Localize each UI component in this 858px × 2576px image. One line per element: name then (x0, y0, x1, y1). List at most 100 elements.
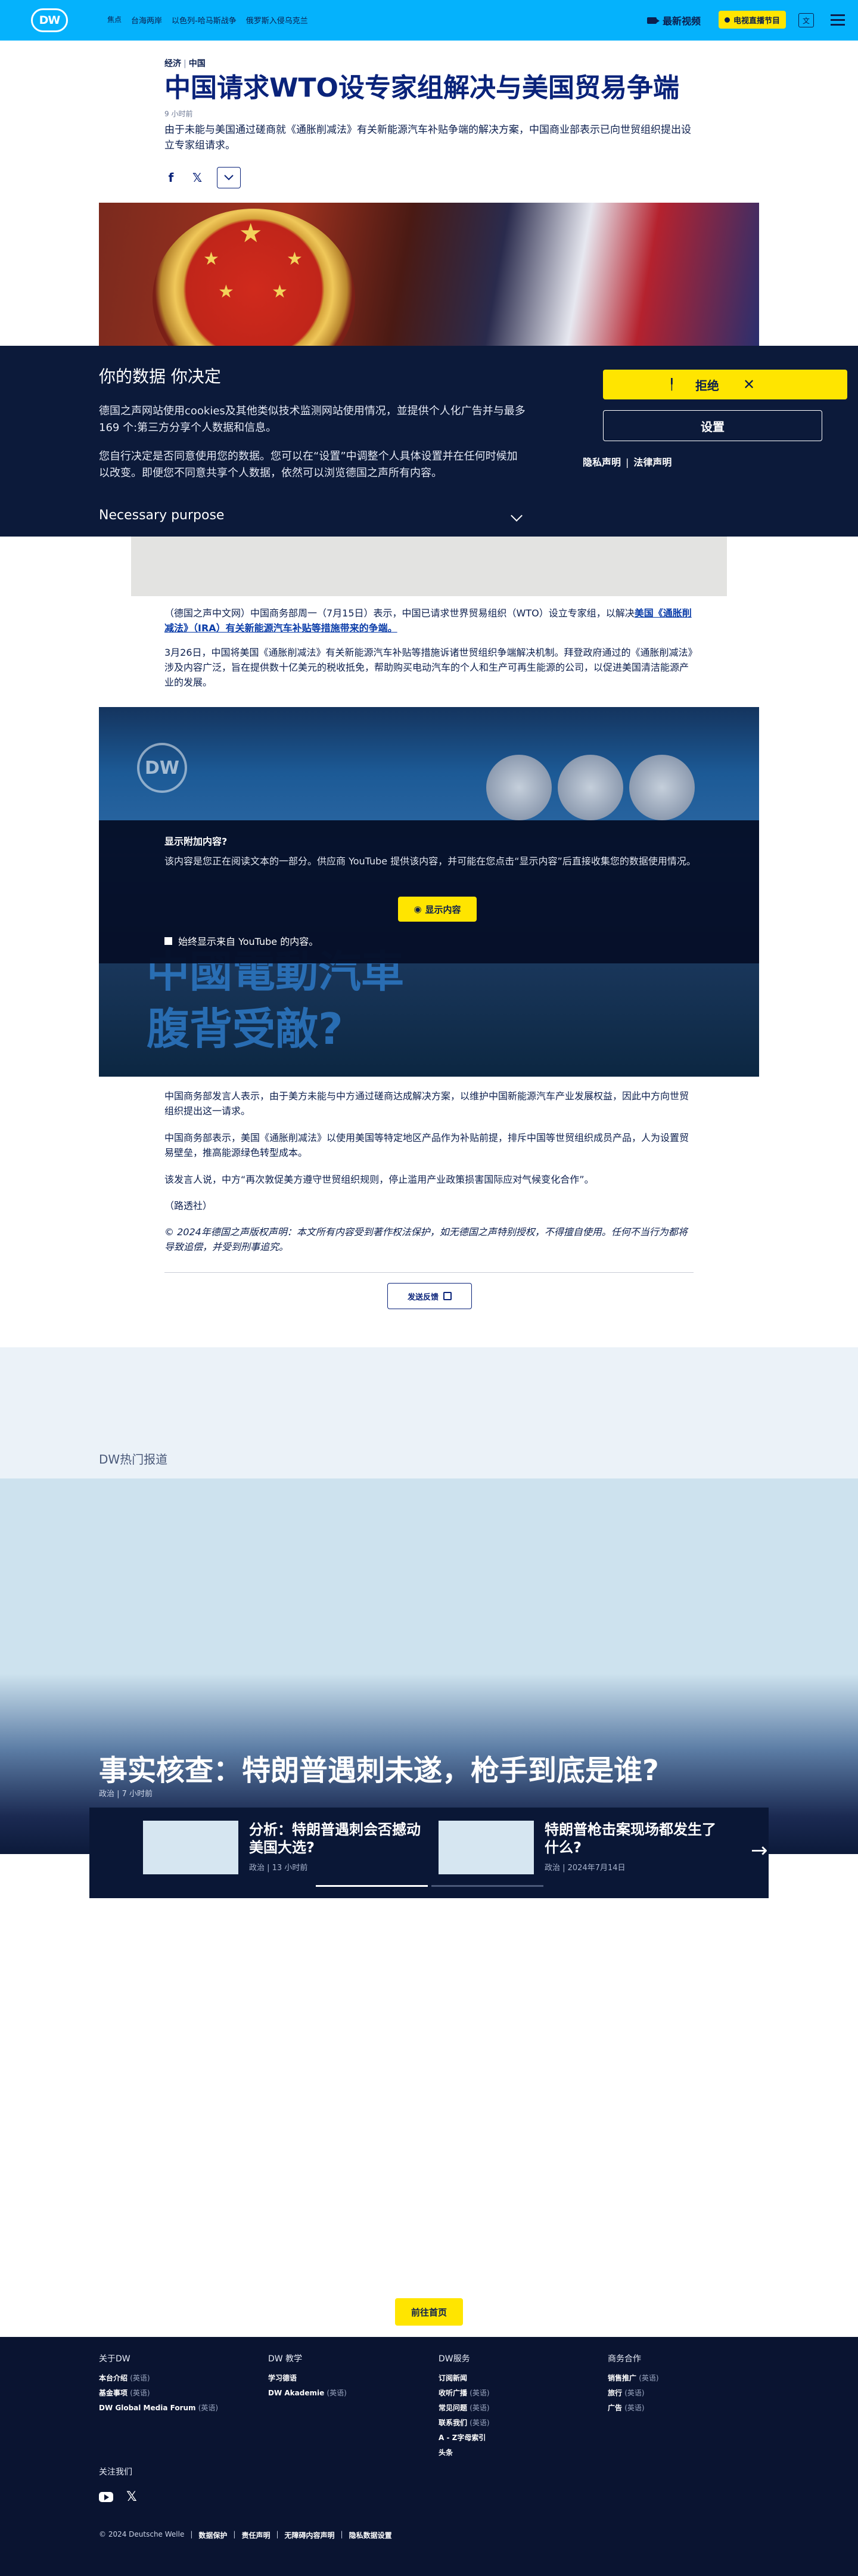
main-nav: 焦点 台海两岸 以色列-哈马斯战争 俄罗斯入侵乌克兰 (107, 14, 318, 26)
footer-link[interactable]: 本台介绍 (英语) (99, 2373, 218, 2383)
consent-text-1: 德国之声网站使用cookies及其他类似技术监测网站使用情况，並提供个人化广告并… (99, 405, 526, 434)
dw-logo[interactable]: DW (31, 8, 68, 32)
consent-text-2: 您自行决定是否同意使用您的数据。您可以在“设置”中调整个人具体设置并在任何时候加… (99, 450, 518, 479)
latest-video-label: 最新视频 (663, 16, 701, 27)
footer: 关于DW 本台介绍 (英语) 基金事项 (英语) DW Global Media… (0, 2337, 858, 2576)
card-meta: 政治 | 13 小时前 (249, 1864, 308, 1873)
footer-link[interactable]: 收听广播 (英语) (439, 2388, 490, 2398)
live-tv-button[interactable]: 电视直播节目 (719, 11, 786, 29)
footer-link[interactable]: 常见问题 (英语) (439, 2403, 490, 2413)
card-thumbnail (439, 1821, 534, 1874)
carousel-indicators (316, 1885, 543, 1887)
facebook-icon[interactable]: f (164, 171, 178, 185)
x-icon[interactable]: 𝕏 (191, 171, 204, 185)
eye-icon: ◉ (414, 904, 422, 915)
ad-placeholder (131, 537, 727, 596)
language-button[interactable]: 文 (798, 13, 814, 27)
footer-column: 关于DW 本台介绍 (英语) 基金事项 (英语) DW Global Media… (99, 2352, 218, 2417)
footer-link[interactable]: 学习德语 (268, 2373, 347, 2383)
copy-icon (443, 1292, 452, 1300)
embed-consent-overlay: 显示附加内容? 该内容是您正在阅读文本的一部分。供应商 YouTube 提供该内… (99, 820, 759, 963)
necessary-purpose-toggle[interactable]: Necessary purpose (99, 508, 224, 523)
copyright-notice: © 2024年德国之声版权声明：本文所有内容受到著作权法保护，如无德国之声特别授… (164, 1226, 688, 1253)
embed-question: 显示附加内容? (164, 836, 228, 847)
article-title: 中国请求WTO设专家组解决与美国贸易争端 (164, 73, 679, 103)
footer-link[interactable]: 旅行 (英语) (608, 2388, 659, 2398)
video-camera-icon (647, 17, 660, 24)
footer-link[interactable]: 数据保护 (198, 2530, 227, 2540)
settings-button[interactable]: 设置 (603, 410, 822, 441)
footer-column: 商务合作 销售推广 (英语) 旅行 (英语) 广告 (英语) (608, 2352, 659, 2417)
footer-copyright: © 2024 Deutsche Welle (99, 2530, 185, 2538)
youtube-embed: DW 中國電動汽車 腹背受敵? 显示附加内容? 该内容是您正在阅读文本的一部分。… (99, 707, 759, 1077)
footer-link[interactable]: DW Akademie (英语) (268, 2388, 347, 2398)
paragraph-text: （德国之声中文网）中国商务部周一（7月15日）表示，中国已请求世界贸易组织（WT… (164, 607, 635, 619)
carousel-card[interactable]: 特朗普枪击案现场都发生了什么? 政治 | 2024年7月14日 (439, 1821, 723, 1874)
embed-description: 该内容是您正在阅读文本的一部分。供应商 YouTube 提供该内容，并可能在您点… (164, 855, 696, 867)
reject-button[interactable]: ╿ 拒绝 ✕ (603, 370, 847, 399)
hero-image: ★ ★ ★ ★ ★ (99, 203, 759, 346)
reject-label: 拒绝 (695, 378, 719, 393)
footer-link[interactable]: 责任声明 (241, 2530, 270, 2540)
youtube-icon[interactable] (99, 2492, 113, 2502)
footer-link[interactable]: 联系我们 (英语) (439, 2417, 490, 2428)
home-button[interactable]: 前往首页 (395, 2298, 463, 2326)
star-icon: ★ (203, 249, 219, 269)
always-show-checkbox[interactable] (164, 937, 172, 945)
footer-column: DW 教学 学习德语 DW Akademie (英语) (268, 2352, 347, 2403)
divider (164, 1272, 694, 1273)
carousel-indicator[interactable] (431, 1885, 543, 1887)
footer-link[interactable]: DW Global Media Forum (英语) (99, 2403, 218, 2413)
footer-link[interactable]: 订阅新闻 (439, 2373, 490, 2383)
live-tv-label: 电视直播节目 (733, 16, 781, 26)
card-thumbnail (143, 1821, 238, 1874)
kicker-region[interactable]: 中国 (189, 59, 206, 69)
footer-link[interactable]: 无障碍内容声明 (285, 2530, 335, 2540)
footer-column-title: 商务合作 (608, 2354, 641, 2364)
footer-link[interactable]: 基金事项 (英语) (99, 2388, 218, 2398)
footer-column: DW服务 订阅新闻 收听广播 (英语) 常见问题 (英语) 联系我们 (英语) … (439, 2352, 490, 2462)
kicker-section[interactable]: 经济 (164, 59, 181, 69)
nav-item-focus[interactable]: 焦点 (107, 14, 122, 26)
story-carousel: 分析：特朗普遇刺会否撼动美国大选? 政治 | 13 小时前 特朗普枪击案现场都发… (89, 1808, 769, 1898)
follow-us-label: 关注我们 (99, 2467, 132, 2477)
footer-column-title: DW 教学 (268, 2354, 303, 2364)
show-content-label: 显示内容 (425, 904, 461, 915)
consent-title: 你的数据 你决定 (99, 367, 221, 386)
footer-link[interactable]: 广告 (英语) (608, 2403, 659, 2413)
top-navbar: DW 焦点 台海两岸 以色列-哈马斯战争 俄罗斯入侵乌克兰 最新视频 电视直播节… (0, 0, 858, 41)
legal-link[interactable]: 法律声明 (633, 457, 672, 468)
article-paragraph: 中国商务部表示，美国《通胀削减法》以使用美国等特定地区产品作为补贴前提，排斥中国… (164, 1132, 689, 1158)
star-icon: ★ (218, 281, 234, 302)
article-time: 9 小时前 (164, 110, 193, 118)
share-bar: f 𝕏 (164, 167, 241, 188)
footer-link[interactable]: A - Z字母索引 (439, 2432, 490, 2442)
carousel-card[interactable]: 分析：特朗普遇刺会否撼动美国大选? 政治 | 13 小时前 (143, 1821, 428, 1874)
footer-link[interactable]: 销售推广 (英语) (608, 2373, 659, 2383)
article-paragraph: （德国之声中文网）中国商务部周一（7月15日）表示，中国已请求世界贸易组织（WT… (164, 606, 694, 636)
footer-link[interactable]: 头条 (439, 2447, 490, 2457)
always-show-label: 始终显示来自 YouTube 的内容。 (178, 936, 319, 947)
share-more-button[interactable] (217, 167, 241, 188)
menu-icon[interactable] (831, 14, 845, 29)
arrow-right-icon[interactable]: → (751, 1839, 768, 1862)
carousel-indicator[interactable] (316, 1885, 428, 1887)
feedback-button[interactable]: 发送反馈 (387, 1283, 472, 1309)
footer-column-title: 关于DW (99, 2354, 130, 2364)
article-paragraph: 中国商务部发言人表示，由于美方未能与中方通过磋商达成解决方案，以维护中国新能源汽… (164, 1090, 689, 1117)
latest-video-link[interactable]: 最新视频 (647, 13, 701, 27)
privacy-link[interactable]: 隐私声明 (583, 457, 621, 468)
show-content-button[interactable]: ◉ 显示内容 (398, 897, 477, 922)
nav-item-ukraine[interactable]: 俄罗斯入侵乌克兰 (246, 14, 308, 26)
social-links: 𝕏 (99, 2490, 137, 2504)
star-icon: ★ (239, 218, 263, 249)
featured-story-title[interactable]: 事实核查：特朗普遇刺未遂，枪手到底是谁? (99, 1747, 659, 1788)
trending-section-title: DW热门报道 (99, 1452, 168, 1467)
footer-link[interactable]: 隐私数据设置 (349, 2530, 392, 2540)
x-icon[interactable]: 𝕏 (126, 2490, 137, 2504)
chevron-down-icon[interactable] (511, 510, 523, 522)
star-icon: ★ (287, 249, 303, 269)
nav-item-israel-hamas[interactable]: 以色列-哈马斯战争 (172, 14, 237, 26)
nav-item-taiwan[interactable]: 台海两岸 (131, 14, 162, 26)
always-show-option[interactable]: 始终显示来自 YouTube 的内容。 (164, 934, 318, 948)
